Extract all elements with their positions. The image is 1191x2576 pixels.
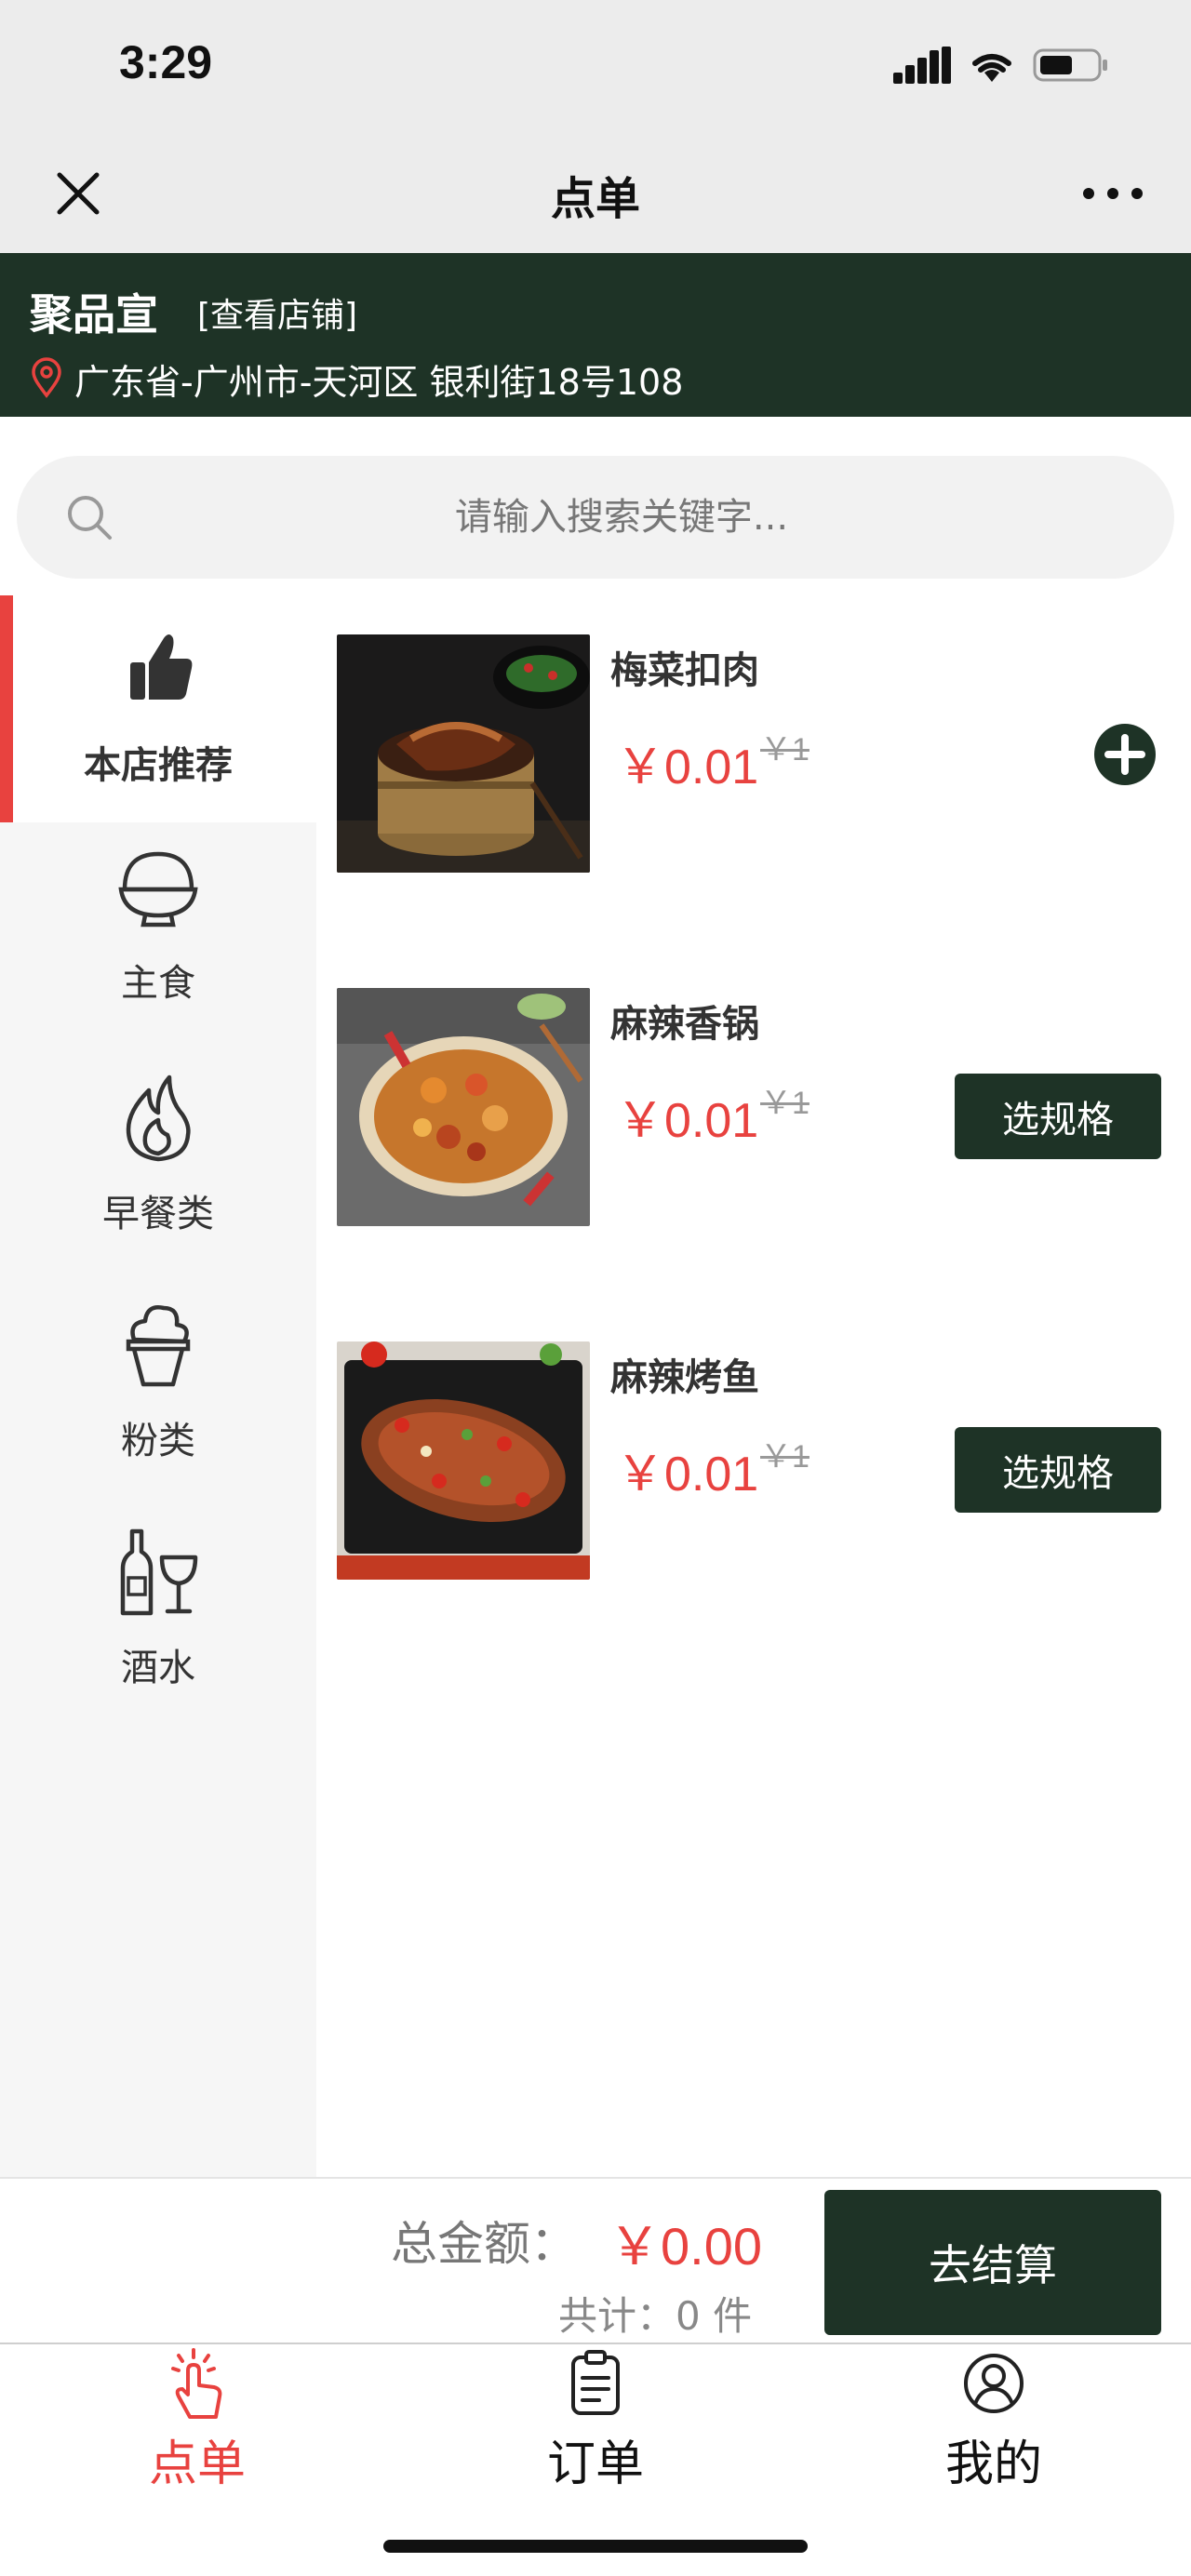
search-bar (17, 456, 1174, 579)
search-icon (68, 496, 112, 540)
category-label: 酒水 (121, 1647, 195, 1689)
wine-bottle-glass-icon (120, 1528, 198, 1616)
product-original-price: ￥1 (760, 1439, 810, 1475)
flame-icon (126, 1074, 191, 1162)
cart-total-label: 总金额： (391, 2217, 577, 2271)
cart-total-value: ￥0.00 (609, 2217, 762, 2276)
ice-cream-icon (126, 1305, 191, 1387)
tab-orders[interactable]: 订单 (456, 2344, 735, 2503)
product-image[interactable] (337, 634, 590, 873)
page-title: 点单 (550, 173, 640, 225)
product-name: 麻辣烤鱼 (610, 1356, 759, 1399)
tab-label: 我的 (944, 2436, 1042, 2492)
product-price: ￥0.01 (616, 1448, 759, 1502)
category-item-staple[interactable]: 主食 (0, 822, 316, 1049)
select-spec-button[interactable]: 选规格 (955, 1074, 1161, 1159)
status-bar: 3:29 (0, 0, 1191, 130)
tab-label: 点单 (148, 2436, 246, 2492)
cart-bar: 总金额： ￥0.00 共计：0 件 去结算 (0, 2177, 1191, 2342)
battery-icon (1033, 48, 1107, 82)
rice-bowl-icon (118, 851, 198, 928)
store-name: 聚品宣 (30, 289, 158, 340)
category-sidebar: 本店推荐 主食 早餐类 粉类 酒水 (0, 595, 316, 2177)
category-item-recommended[interactable]: 本店推荐 (0, 595, 316, 822)
product-item[interactable]: 梅菜扣肉 ￥0.01 ￥1 (337, 634, 1174, 873)
tab-profile[interactable]: 我的 (854, 2344, 1133, 2503)
product-name: 麻辣香锅 (610, 1003, 759, 1046)
category-item-drinks[interactable]: 酒水 (0, 1503, 316, 1730)
product-price: ￥0.01 (616, 741, 759, 794)
product-item[interactable]: 麻辣香锅 ￥0.01 ￥1 选规格 (337, 988, 1174, 1226)
status-icons (893, 47, 1117, 87)
product-name: 梅菜扣肉 (610, 649, 759, 692)
user-circle-icon (964, 2354, 1024, 2413)
home-indicator (383, 2540, 808, 2553)
category-item-noodles[interactable]: 粉类 (0, 1276, 316, 1503)
select-spec-button[interactable]: 选规格 (955, 1427, 1161, 1513)
view-store-link[interactable]: [查看店铺] (197, 288, 357, 337)
product-original-price: ￥1 (760, 732, 810, 767)
product-image[interactable] (337, 988, 590, 1226)
category-label: 粉类 (121, 1420, 195, 1462)
clipboard-icon (571, 2350, 620, 2415)
plus-circle-icon[interactable] (1092, 722, 1158, 787)
tab-label: 订单 (546, 2436, 644, 2492)
nav-bar: 点单 (0, 130, 1191, 253)
category-label: 本店推荐 (84, 744, 233, 787)
store-address: 广东省-广州市-天河区 银利街18号108 (74, 362, 684, 403)
status-time: 3:29 (119, 36, 213, 88)
store-header: 聚品宣 [查看店铺] 广东省-广州市-天河区 银利街18号108 (0, 253, 1191, 417)
category-label: 主食 (121, 962, 195, 1005)
signal-icon (893, 47, 951, 84)
thumbs-up-icon (130, 634, 193, 700)
location-pin-icon (32, 357, 61, 398)
product-price: ￥0.01 (616, 1094, 759, 1148)
tab-order[interactable]: 点单 (58, 2344, 337, 2503)
product-image[interactable] (337, 1341, 590, 1580)
checkout-button[interactable]: 去结算 (824, 2190, 1161, 2335)
category-label: 早餐类 (102, 1193, 214, 1235)
wifi-icon (972, 54, 1011, 82)
category-item-breakfast[interactable]: 早餐类 (0, 1049, 316, 1276)
product-item[interactable]: 麻辣烤鱼 ￥0.01 ￥1 选规格 (337, 1341, 1174, 1580)
tap-hand-icon (171, 2348, 222, 2419)
product-original-price: ￥1 (760, 1086, 810, 1121)
cart-item-count: 共计：0 件 (558, 2293, 753, 2339)
search-input[interactable] (128, 456, 1115, 579)
more-icon[interactable] (1079, 175, 1146, 212)
